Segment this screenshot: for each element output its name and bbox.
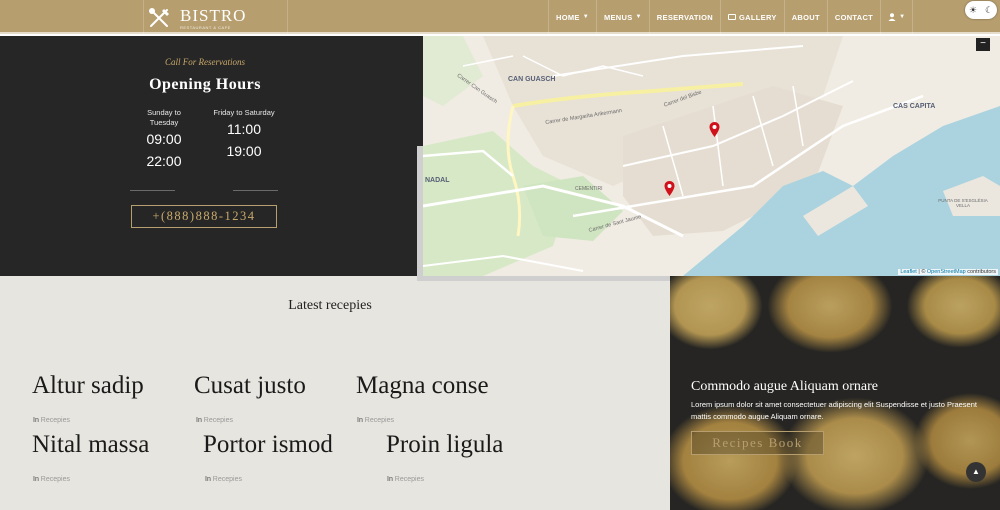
- recipe-item: Cusat justo: [194, 372, 306, 400]
- recipe-item: Altur sadip: [32, 372, 144, 400]
- nav-menus[interactable]: MENUS ▼: [595, 0, 649, 34]
- opening-hours-panel: Call For Reservations Opening Hours Sund…: [0, 36, 423, 276]
- theme-toggle[interactable]: ☀ ☾: [965, 1, 997, 19]
- map-marker-icon[interactable]: [709, 122, 720, 137]
- nav-reservation-label: RESERVATION: [656, 12, 714, 22]
- nav-home[interactable]: HOME ▼: [548, 0, 596, 34]
- hours-column: Sunday to Tuesday 09:00 22:00: [138, 108, 190, 172]
- nav-home-label: HOME: [556, 12, 580, 22]
- osm-link[interactable]: OpenStreetMap: [927, 269, 966, 275]
- in-label: In: [33, 476, 39, 483]
- nav-contact-label: CONTACT: [834, 12, 874, 22]
- recipe-meta: In Recepies: [205, 476, 242, 483]
- recipe-meta: In Recepies: [387, 476, 424, 483]
- brand-tagline: RESTAURANT & CAFE: [180, 25, 231, 30]
- map-label: CAN GUASCH: [508, 76, 556, 83]
- recipe-title-link[interactable]: Altur sadip: [32, 372, 144, 400]
- nav-contact[interactable]: CONTACT: [826, 0, 880, 34]
- open-time: 11:00: [227, 121, 261, 137]
- phone-button[interactable]: +(888)888-1234: [131, 205, 277, 228]
- opening-hours-title: Opening Hours: [149, 76, 261, 93]
- nav-gallery-label: GALLERY: [739, 12, 777, 22]
- moon-icon[interactable]: ☾: [985, 5, 993, 16]
- days-label: Friday to Saturday: [213, 108, 275, 117]
- in-label: In: [33, 417, 39, 424]
- recipe-item: Portor ismod: [203, 431, 333, 459]
- in-label: In: [357, 417, 363, 424]
- chevron-down-icon: ▼: [899, 14, 906, 20]
- scroll-to-top-button[interactable]: ▲: [966, 462, 986, 482]
- brand-logo[interactable]: BISTRO RESTAURANT & CAFE: [143, 0, 288, 34]
- map-label: PUNTA DE S'ESGLÉSIA VELLA: [938, 198, 988, 208]
- days-label: Sunday to Tuesday: [147, 108, 181, 127]
- map-label: CAS CAPITA: [893, 103, 936, 110]
- recipe-item: Nital massa: [32, 431, 149, 459]
- utensils-icon: [149, 8, 169, 27]
- recipes-book-button[interactable]: Recipes Book: [691, 431, 824, 455]
- reservations-kicker: Call For Reservations: [165, 57, 245, 67]
- recipe-title-link[interactable]: Portor ismod: [203, 431, 333, 459]
- nav-user-menu[interactable]: ▼: [880, 0, 914, 34]
- nav-about-label: ABOUT: [791, 12, 820, 22]
- map-marker-icon[interactable]: [664, 181, 675, 196]
- gallery-icon: [728, 14, 737, 20]
- close-time: 22:00: [146, 153, 182, 169]
- chevron-down-icon: ▼: [582, 14, 589, 20]
- category-link[interactable]: Recepies: [204, 417, 233, 424]
- recipe-title-link[interactable]: Proin ligula: [386, 431, 503, 459]
- close-time: 19:00: [226, 143, 262, 159]
- recipes-book-banner: Commodo augue Aliquam ornare Lorem ipsum…: [670, 276, 1000, 510]
- recipe-meta: In Recepies: [33, 417, 70, 424]
- recipe-title-link[interactable]: Magna conse: [356, 372, 489, 400]
- category-link[interactable]: Recepies: [365, 417, 394, 424]
- attribution-tail: contributors: [965, 269, 996, 275]
- in-label: In: [196, 417, 202, 424]
- hours-column: Friday to Saturday 11:00 19:00: [208, 108, 280, 162]
- recipe-title-link[interactable]: Cusat justo: [194, 372, 306, 400]
- nav-reservation[interactable]: RESERVATION: [648, 0, 720, 34]
- nav-about[interactable]: ABOUT: [783, 0, 827, 34]
- nav-gallery[interactable]: GALLERY: [720, 0, 784, 34]
- map-tiles: [423, 36, 1000, 276]
- map-label: CEMENTIRI: [575, 186, 603, 192]
- location-map[interactable]: CAN GUASCH CAS CAPITA NADAL Carrer de Ma…: [423, 36, 1000, 276]
- user-icon: [888, 13, 896, 21]
- brand-name: BISTRO: [180, 6, 247, 25]
- site-header: BISTRO RESTAURANT & CAFE HOME ▼ MENUS ▼ …: [0, 0, 1000, 36]
- leaflet-link[interactable]: Leaflet: [900, 269, 917, 275]
- in-label: In: [205, 476, 211, 483]
- banner-text: Lorem ipsum dolor sit amet consectetuer …: [691, 400, 977, 421]
- map-zoom-out-button[interactable]: −: [976, 38, 990, 51]
- recipe-item: Magna conse: [356, 372, 489, 400]
- recipe-meta: In Recepies: [196, 417, 233, 424]
- recipe-meta: In Recepies: [33, 476, 70, 483]
- open-time: 09:00: [146, 131, 182, 147]
- chevron-down-icon: ▼: [635, 14, 642, 20]
- category-link[interactable]: Recepies: [213, 476, 242, 483]
- attribution-separator: | ©: [916, 269, 927, 275]
- latest-recipes-section: Latest recepies Altur sadip In Recepies …: [0, 281, 670, 510]
- map-attribution: Leaflet | © OpenStreetMap contributors: [898, 269, 998, 275]
- nav-menus-label: MENUS: [603, 12, 633, 22]
- divider: [233, 190, 278, 191]
- recipe-meta: In Recepies: [357, 417, 394, 424]
- recipe-item: Proin ligula: [386, 431, 503, 459]
- divider: [130, 190, 175, 191]
- section-title: Latest recepies: [288, 298, 372, 313]
- navbar: BISTRO RESTAURANT & CAFE HOME ▼ MENUS ▼ …: [0, 0, 1000, 34]
- chevron-up-icon: ▲: [972, 467, 980, 476]
- category-link[interactable]: Recepies: [41, 417, 70, 424]
- sun-icon[interactable]: ☀: [969, 5, 977, 16]
- category-link[interactable]: Recepies: [395, 476, 424, 483]
- in-label: In: [387, 476, 393, 483]
- main-nav: HOME ▼ MENUS ▼ RESERVATION GALLERY ABOUT…: [548, 0, 914, 34]
- category-link[interactable]: Recepies: [41, 476, 70, 483]
- recipe-title-link[interactable]: Nital massa: [32, 431, 149, 459]
- banner-title: Commodo augue Aliquam ornare: [691, 379, 879, 394]
- map-label: NADAL: [425, 177, 450, 184]
